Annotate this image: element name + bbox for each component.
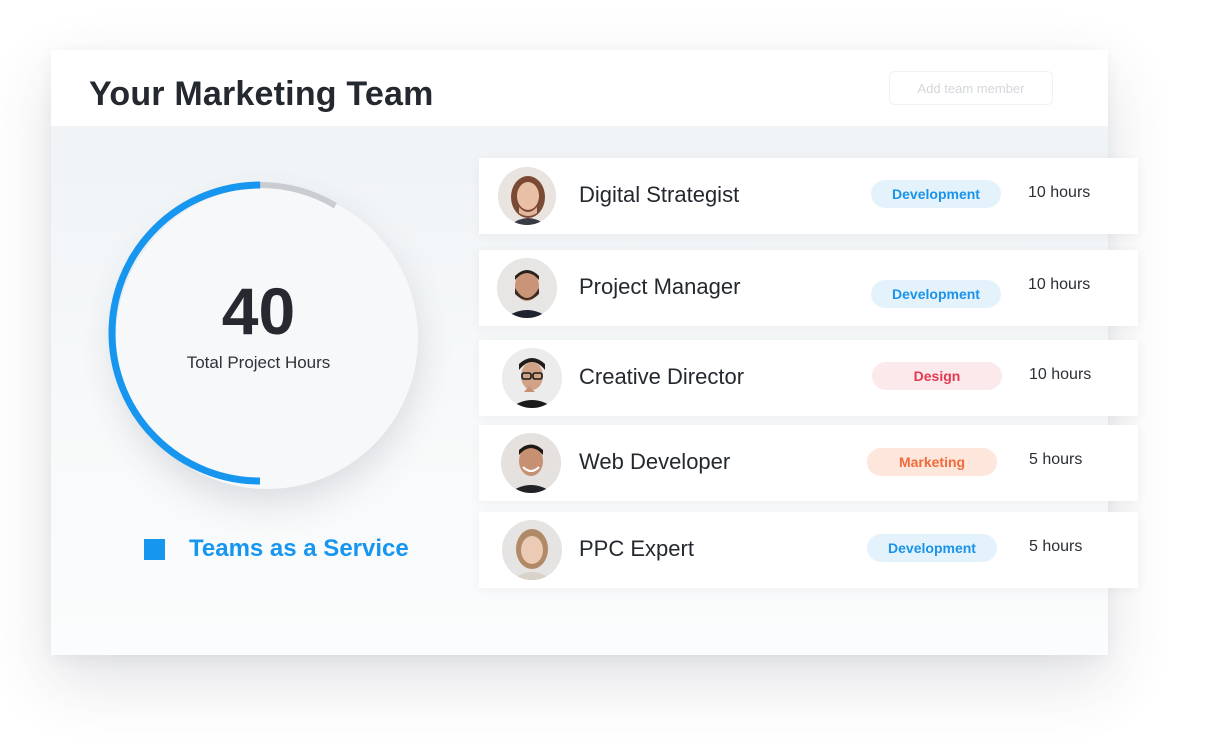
page-title: Your Marketing Team	[89, 75, 434, 113]
department-badge: Development	[871, 280, 1001, 308]
team-member-row[interactable]: PPC Expert Development 5 hours	[479, 512, 1138, 588]
team-member-row[interactable]: Digital Strategist Development 10 hours	[479, 158, 1138, 234]
department-badge: Development	[867, 534, 997, 562]
role-title: PPC Expert	[579, 536, 694, 561]
legend-label: Teams as a Service	[189, 535, 409, 562]
role-title: Project Manager	[579, 274, 741, 299]
department-badge: Marketing	[867, 448, 997, 476]
hours-value: 10 hours	[1028, 276, 1091, 293]
role-title: Creative Director	[579, 364, 745, 389]
role-title: Web Developer	[579, 449, 731, 474]
team-member-row[interactable]: Web Developer Marketing 5 hours	[479, 425, 1138, 501]
total-hours-label: Total Project Hours	[186, 353, 331, 372]
avatar	[497, 258, 557, 318]
avatar	[502, 520, 562, 580]
team-member-row[interactable]: Project Manager Development 10 hours	[479, 250, 1138, 326]
legend-swatch	[144, 539, 165, 560]
hours-value: 10 hours	[1028, 184, 1091, 201]
department-badge: Development	[871, 180, 1001, 208]
add-team-member-button[interactable]: Add team member	[889, 71, 1053, 105]
card-header: Your Marketing Team Add team member	[51, 50, 1108, 126]
hours-value: 10 hours	[1029, 366, 1092, 383]
hours-value: 5 hours	[1029, 451, 1083, 468]
role-title: Digital Strategist	[579, 182, 740, 207]
avatar	[498, 167, 556, 225]
total-hours-value: 40	[221, 274, 296, 348]
avatar	[502, 348, 562, 408]
department-badge: Design	[872, 362, 1002, 390]
hours-value: 5 hours	[1029, 538, 1083, 555]
team-member-row[interactable]: Creative Director Design 10 hours	[479, 340, 1138, 416]
avatar	[501, 433, 561, 493]
